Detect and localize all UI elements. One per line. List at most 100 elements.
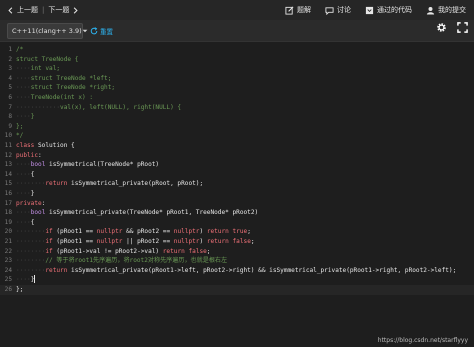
line-number: 6 bbox=[8, 94, 12, 101]
watermark-text: https://blog.csdn.net/starflyyy bbox=[377, 337, 468, 344]
code-text: ········return isSymmetrical_private(pRo… bbox=[16, 266, 456, 276]
solution-link[interactable]: 题解 bbox=[285, 5, 311, 15]
code-token: (pRoot1->val != pRoot2->val) bbox=[52, 247, 163, 255]
code-text: ····{ bbox=[16, 218, 34, 228]
code-token: true bbox=[232, 228, 248, 236]
code-line[interactable]: 7 ············val(x), left(NULL), right(N… bbox=[0, 103, 474, 113]
gear-icon[interactable] bbox=[436, 22, 447, 33]
code-line[interactable]: 24 ········return isSymmetrical_private(p… bbox=[0, 266, 474, 276]
code-line[interactable]: 19 ····{ bbox=[0, 218, 474, 228]
chevron-left-icon bbox=[6, 6, 15, 15]
code-token: isSymmetrical_private(pRoot, pRoot); bbox=[67, 180, 204, 188]
code-token: || pRoot2 == bbox=[122, 238, 174, 245]
code-text: /* bbox=[16, 45, 23, 55]
code-token: bool bbox=[30, 161, 46, 169]
code-line[interactable]: 22 ········if (pRoot1->val != pRoot2->val… bbox=[0, 247, 474, 257]
code-token: }; bbox=[16, 286, 24, 293]
code-token: (pRoot1 == bbox=[52, 228, 97, 236]
code-line[interactable]: 9}; bbox=[0, 122, 474, 132]
line-number: 13 bbox=[4, 161, 12, 169]
code-text: ····} bbox=[16, 112, 34, 122]
solution-label: 题解 bbox=[297, 6, 311, 14]
code-line[interactable]: 12 public: bbox=[0, 151, 474, 161]
code-text: ····bool isSymmetrical_private(TreeNode*… bbox=[16, 208, 258, 218]
line-number: 19 bbox=[4, 218, 12, 226]
code-text: ········// 等于将root1先序遍历，将root2对称先序遍历，也就是… bbox=[16, 256, 227, 266]
next-problem-link[interactable]: 下一题 bbox=[48, 5, 80, 15]
code-token: } bbox=[30, 113, 35, 121]
code-line[interactable]: 23 ········// 等于将root1先序遍历，将root2对称先序遍历，也… bbox=[0, 256, 474, 266]
code-token: ) bbox=[199, 228, 207, 236]
code-token: { bbox=[30, 170, 35, 178]
code-line[interactable]: 20 ········if (pRoot1 == nullptr && pRoot… bbox=[0, 227, 474, 237]
line-number: 26 bbox=[4, 286, 12, 293]
line-number: 9 bbox=[8, 122, 12, 130]
code-line[interactable]: 18 ····bool isSymmetrical_private(TreeNod… bbox=[0, 208, 474, 218]
code-token: && pRoot2 == bbox=[122, 228, 174, 236]
indent-guide: ········ bbox=[16, 238, 46, 245]
code-token: ; bbox=[250, 238, 255, 245]
language-select[interactable]: C++11(clang++ 3.9) bbox=[7, 22, 88, 39]
discuss-link[interactable]: 讨论 bbox=[325, 5, 351, 15]
code-token: return bbox=[45, 180, 68, 188]
code-line[interactable]: 15 ········return isSymmetrical_private(p… bbox=[0, 179, 474, 189]
editor-toolbar: C++11(clang++ 3.9) 重置 bbox=[0, 20, 474, 42]
code-token: if bbox=[45, 228, 53, 236]
discuss-label: 讨论 bbox=[337, 6, 351, 14]
code-token: bool bbox=[30, 209, 46, 217]
line-number: 7 bbox=[8, 103, 12, 111]
code-line[interactable]: 14 ····{ bbox=[0, 170, 474, 180]
expand-icon[interactable] bbox=[457, 22, 468, 33]
indent-guide: ········ bbox=[16, 257, 46, 265]
code-line[interactable]: 8 ····} bbox=[0, 112, 474, 122]
user-icon bbox=[426, 6, 435, 15]
code-line[interactable]: 1 /* bbox=[0, 45, 474, 55]
code-line[interactable]: 3 ····int val; bbox=[0, 64, 474, 74]
accepted-code-link[interactable]: 通过的代码 bbox=[365, 5, 412, 15]
code-line[interactable]: 4 ····struct TreeNode *left; bbox=[0, 74, 474, 84]
code-text: ········if (pRoot1 == nullptr && pRoot2 … bbox=[16, 227, 251, 237]
code-line[interactable]: 16 ····} bbox=[0, 189, 474, 199]
code-line[interactable]: 10 */ bbox=[0, 131, 474, 141]
code-token: return bbox=[206, 228, 229, 236]
line-number: 18 bbox=[4, 209, 12, 217]
code-token: if bbox=[45, 247, 53, 255]
code-token: isSymmetrical(TreeNode* pRoot) bbox=[45, 161, 160, 169]
code-line[interactable]: 26}; bbox=[0, 285, 474, 295]
code-text: class Solution { bbox=[16, 141, 75, 151]
code-line[interactable]: 25 ····} bbox=[0, 275, 474, 285]
indent-guide: ···· bbox=[16, 276, 31, 284]
indent-guide: ···· bbox=[16, 65, 31, 73]
refresh-icon bbox=[89, 26, 98, 35]
code-line[interactable]: 5 ····struct TreeNode *right; bbox=[0, 83, 474, 93]
code-text: ····struct TreeNode *right; bbox=[16, 83, 115, 93]
line-number: 21 bbox=[4, 238, 12, 245]
code-token: if bbox=[45, 238, 53, 245]
code-text: ····int val; bbox=[16, 64, 60, 74]
code-token: Solution { bbox=[34, 142, 75, 149]
code-line[interactable]: 11 class Solution { bbox=[0, 141, 474, 151]
reset-button[interactable]: 重置 bbox=[89, 26, 113, 36]
code-token: ; bbox=[206, 247, 211, 255]
prev-problem-link[interactable]: 上一题 bbox=[6, 5, 38, 15]
code-line[interactable]: 13 ····bool isSymmetrical(TreeNode* pRoot… bbox=[0, 160, 474, 170]
my-submissions-link[interactable]: 我的提交 bbox=[426, 5, 466, 15]
top-navigation-bar: 上一题 | 下一题 题解 讨论 通过的代码 我的提交 bbox=[0, 0, 474, 20]
code-token: /* bbox=[16, 46, 24, 53]
indent-guide: ········ bbox=[16, 266, 46, 274]
code-line[interactable]: 17 private: bbox=[0, 199, 474, 209]
code-line[interactable]: 6 ····TreeNode(int x) : bbox=[0, 93, 474, 103]
accepted-code-label: 通过的代码 bbox=[377, 6, 412, 14]
line-number: 12 bbox=[4, 151, 12, 159]
edit-icon bbox=[285, 6, 294, 15]
code-line[interactable]: 21 ········if (pRoot1 == nullptr || pRoot… bbox=[0, 237, 474, 247]
nav-separator: | bbox=[42, 6, 45, 14]
code-text: ········if (pRoot1->val != pRoot2->val) … bbox=[16, 247, 210, 257]
code-token: return bbox=[162, 247, 185, 255]
code-line[interactable]: 2 struct TreeNode { bbox=[0, 55, 474, 65]
code-text: ········return isSymmetrical_private(pRo… bbox=[16, 179, 203, 189]
code-token: struct TreeNode { bbox=[16, 55, 79, 63]
code-text: }; bbox=[16, 285, 23, 295]
chat-icon bbox=[325, 6, 334, 15]
code-editor[interactable]: 1/* 2 struct TreeNode {3 ····int val; 4 ····s… bbox=[0, 42, 474, 347]
